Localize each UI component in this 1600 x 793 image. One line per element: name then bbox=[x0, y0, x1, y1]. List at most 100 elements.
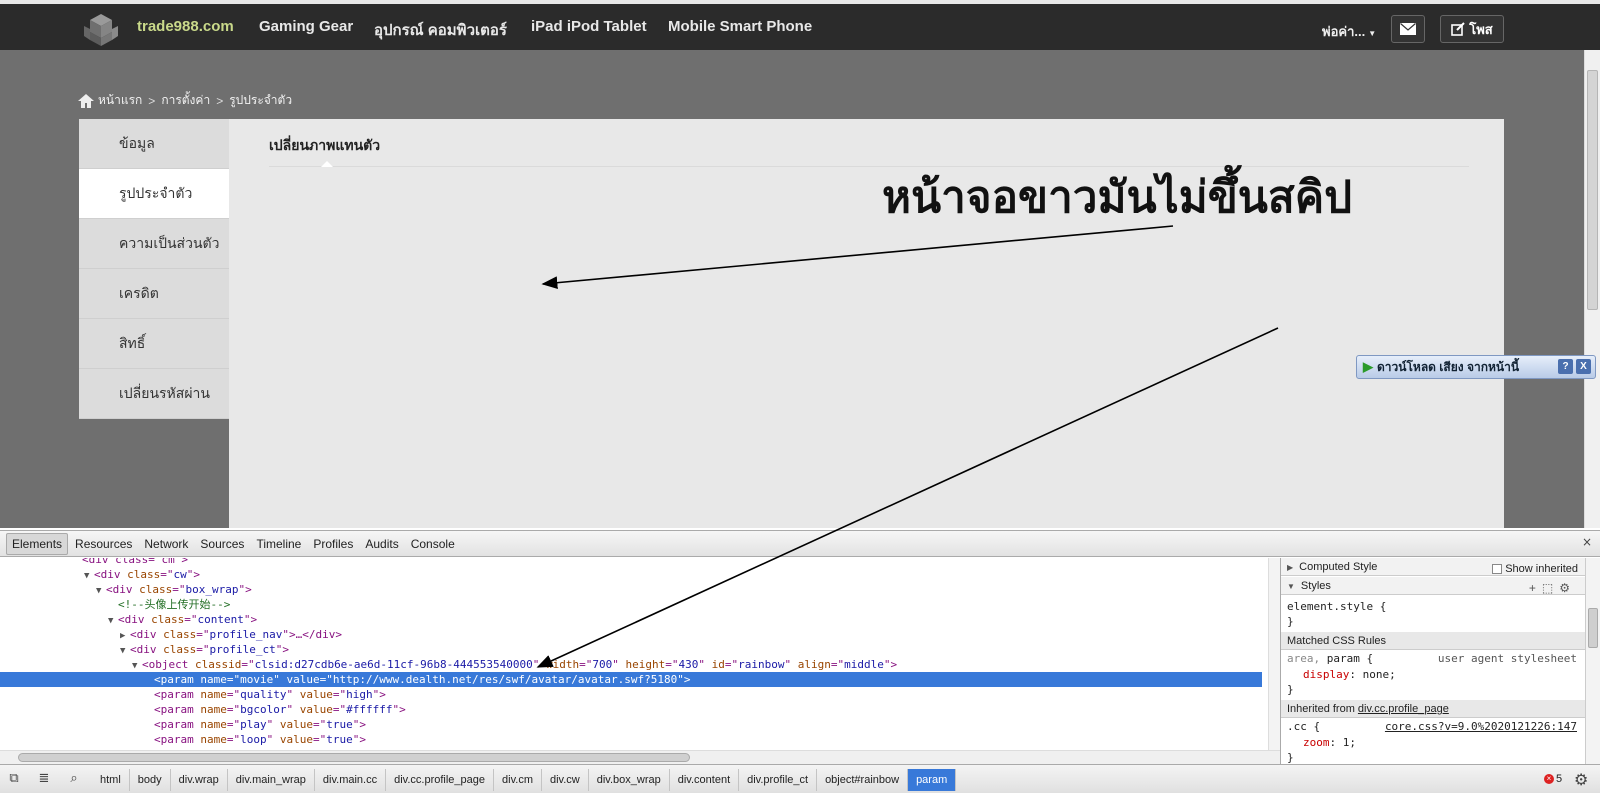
dom-node[interactable]: <div class="cm"> bbox=[0, 558, 1262, 567]
dom-node[interactable]: ▼ <div class="profile_ct"> bbox=[0, 642, 1262, 657]
sidebar-item-info[interactable]: ข้อมูล bbox=[79, 119, 229, 169]
console-drawer-icon[interactable]: ≣ bbox=[36, 771, 52, 787]
tab-sources[interactable]: Sources bbox=[195, 534, 249, 554]
dom-node[interactable]: ▼ <div class="cw"> bbox=[0, 567, 1262, 582]
dom-vertical-scrollbar[interactable] bbox=[1268, 558, 1280, 750]
dom-attr-name: name bbox=[200, 688, 227, 701]
nav-ipad-tablet[interactable]: iPad iPod Tablet bbox=[531, 18, 647, 35]
sidebar-item-change-password[interactable]: เปลี่ยนรหัสผ่าน bbox=[79, 369, 229, 419]
dom-attr-value: movie bbox=[240, 673, 274, 686]
tab-profiles[interactable]: Profiles bbox=[308, 534, 358, 554]
devtools-close-icon[interactable]: × bbox=[1582, 535, 1592, 549]
tab-console[interactable]: Console bbox=[406, 534, 460, 554]
help-icon[interactable]: ? bbox=[1558, 359, 1573, 374]
sidebar-item-credit[interactable]: เครดิต bbox=[79, 269, 229, 319]
status-crumb[interactable]: div.content bbox=[670, 769, 740, 791]
dom-attr-value: cw bbox=[173, 568, 187, 581]
styles-scrollbar[interactable] bbox=[1585, 558, 1600, 764]
status-crumb[interactable]: div.cc.profile_page bbox=[386, 769, 495, 791]
close-icon[interactable]: X bbox=[1576, 359, 1591, 374]
breadcrumb-settings[interactable]: การตั้งค่า bbox=[161, 91, 210, 110]
dom-node[interactable]: <!--头像上传开始--> bbox=[0, 597, 1262, 612]
status-crumb[interactable]: div.cw bbox=[542, 769, 589, 791]
tab-resources[interactable]: Resources bbox=[70, 534, 137, 554]
cc-rule-source-link[interactable]: core.css?v=9.0%2020121226:147 bbox=[1385, 720, 1577, 733]
param-rule-declaration[interactable]: display: none; bbox=[1303, 668, 1396, 681]
styles-header[interactable]: ▼ Styles +⬚⚙ bbox=[1281, 577, 1585, 595]
nav-mobile-phone[interactable]: Mobile Smart Phone bbox=[668, 18, 812, 35]
page-scrollbar[interactable] bbox=[1584, 50, 1600, 528]
dom-node[interactable]: <param name="play" value="true"> bbox=[0, 717, 1262, 732]
search-icon[interactable]: ⌕ bbox=[66, 771, 82, 787]
tab-network[interactable]: Network bbox=[139, 534, 193, 554]
dom-node[interactable]: <param name="quality" value="high"> bbox=[0, 687, 1262, 702]
status-crumb[interactable]: div.box_wrap bbox=[589, 769, 670, 791]
status-crumb[interactable]: div.wrap bbox=[171, 769, 228, 791]
sidebar-item-privacy[interactable]: ความเป็นส่วนตัว bbox=[79, 219, 229, 269]
dom-node[interactable]: <param name="loop" value="true"> bbox=[0, 732, 1262, 747]
status-crumb[interactable]: object#rainbow bbox=[817, 769, 909, 791]
dom-attr-name: name bbox=[200, 718, 227, 731]
dom-horizontal-scrollbar[interactable] bbox=[0, 750, 1280, 764]
cc-rule-declaration[interactable]: zoom: 1; bbox=[1303, 736, 1356, 749]
dom-node-selected[interactable]: <param name="movie" value="http://www.de… bbox=[0, 672, 1262, 687]
dom-punct: =" bbox=[226, 673, 241, 686]
tab-audits[interactable]: Audits bbox=[360, 534, 403, 554]
computed-style-header[interactable]: ▶ Computed Style Show inherited bbox=[1281, 558, 1585, 576]
dom-punct: =" bbox=[724, 658, 739, 671]
dom-attr-value: quality bbox=[240, 688, 287, 701]
scrollbar-thumb[interactable] bbox=[1587, 70, 1598, 310]
show-inherited-toggle[interactable]: Show inherited bbox=[1492, 560, 1578, 578]
dom-punct: =" bbox=[160, 568, 174, 581]
param-rule-selector[interactable]: area, param { bbox=[1287, 652, 1373, 665]
devtools-panel: Elements Resources Network Sources Timel… bbox=[0, 530, 1600, 793]
scrollbar-thumb[interactable] bbox=[1588, 608, 1598, 648]
element-style-rule[interactable]: element.style { bbox=[1287, 600, 1386, 613]
status-crumb[interactable]: html bbox=[92, 769, 130, 791]
dom-node[interactable]: ▶ <div class="profile_nav">…</div> bbox=[0, 627, 1262, 642]
checkbox[interactable] bbox=[1492, 564, 1503, 574]
tab-timeline[interactable]: Timeline bbox=[251, 534, 306, 554]
dom-punct: " bbox=[677, 673, 684, 686]
cc-rule-selector[interactable]: .cc { bbox=[1287, 720, 1320, 733]
error-counter[interactable]: × 5 bbox=[1544, 773, 1562, 785]
nav-brand-link[interactable]: trade988.com bbox=[137, 18, 234, 35]
inherited-from-link[interactable]: div.cc.profile_page bbox=[1358, 703, 1449, 715]
dock-icon[interactable]: ⧉ bbox=[6, 771, 22, 787]
css-property: zoom bbox=[1303, 736, 1330, 749]
status-crumb[interactable]: body bbox=[130, 769, 171, 791]
mail-button[interactable] bbox=[1391, 15, 1425, 43]
dom-tree[interactable]: <div class="cm"> ▼ <div class="cw"> ▼ <div c… bbox=[0, 558, 1270, 750]
status-crumb[interactable]: div.cm bbox=[494, 769, 542, 791]
gear-icon[interactable]: ⚙ bbox=[1574, 770, 1588, 789]
dom-node[interactable]: ▼ <div class="content"> bbox=[0, 612, 1262, 627]
download-audio-bar[interactable]: ▶ ดาวน์โหลด เสียง จากหน้านี้ ? X bbox=[1356, 355, 1596, 379]
tab-elements[interactable]: Elements bbox=[6, 532, 69, 555]
dom-tag-close: > bbox=[379, 688, 386, 701]
dom-node[interactable]: ▼ <object classid="clsid:d27cdb6e-ae6d-11… bbox=[0, 657, 1262, 672]
dom-punct: =" bbox=[332, 688, 347, 701]
status-crumb[interactable]: param bbox=[908, 769, 957, 791]
post-button[interactable]: โพส bbox=[1440, 15, 1504, 43]
dom-node[interactable]: <param name="bgcolor" value="#ffffff"> bbox=[0, 702, 1262, 717]
breadcrumb-home[interactable]: หน้าแรก bbox=[98, 91, 142, 110]
dom-tag-close: > bbox=[250, 613, 258, 626]
breadcrumb-avatar[interactable]: รูปประจำตัว bbox=[229, 91, 292, 110]
user-menu[interactable]: พ่อค่า... ▼ bbox=[1322, 21, 1376, 42]
dom-attr-name: value bbox=[286, 673, 320, 686]
nav-gaming-gear[interactable]: Gaming Gear bbox=[259, 18, 353, 35]
site-logo-icon[interactable] bbox=[82, 12, 120, 48]
sidebar-item-permissions[interactable]: สิทธิ์ bbox=[79, 319, 229, 369]
status-crumb[interactable]: div.profile_ct bbox=[739, 769, 818, 791]
style-tools-icons[interactable]: +⬚⚙ bbox=[1529, 579, 1576, 597]
nav-computer-equipment[interactable]: อุปกรณ์ คอมพิวเตอร์ bbox=[374, 18, 507, 42]
dom-punct: " bbox=[612, 658, 619, 671]
home-icon[interactable] bbox=[78, 93, 94, 108]
scrollbar-thumb[interactable] bbox=[18, 753, 690, 762]
inherited-prefix: Inherited from bbox=[1287, 703, 1358, 715]
status-crumb[interactable]: div.main_wrap bbox=[228, 769, 315, 791]
dom-attr-value: profile_nav bbox=[209, 628, 283, 641]
dom-node[interactable]: ▼ <div class="box_wrap"> bbox=[0, 582, 1262, 597]
status-crumb[interactable]: div.main.cc bbox=[315, 769, 387, 791]
sidebar-item-avatar[interactable]: รูปประจำตัว bbox=[79, 169, 229, 219]
